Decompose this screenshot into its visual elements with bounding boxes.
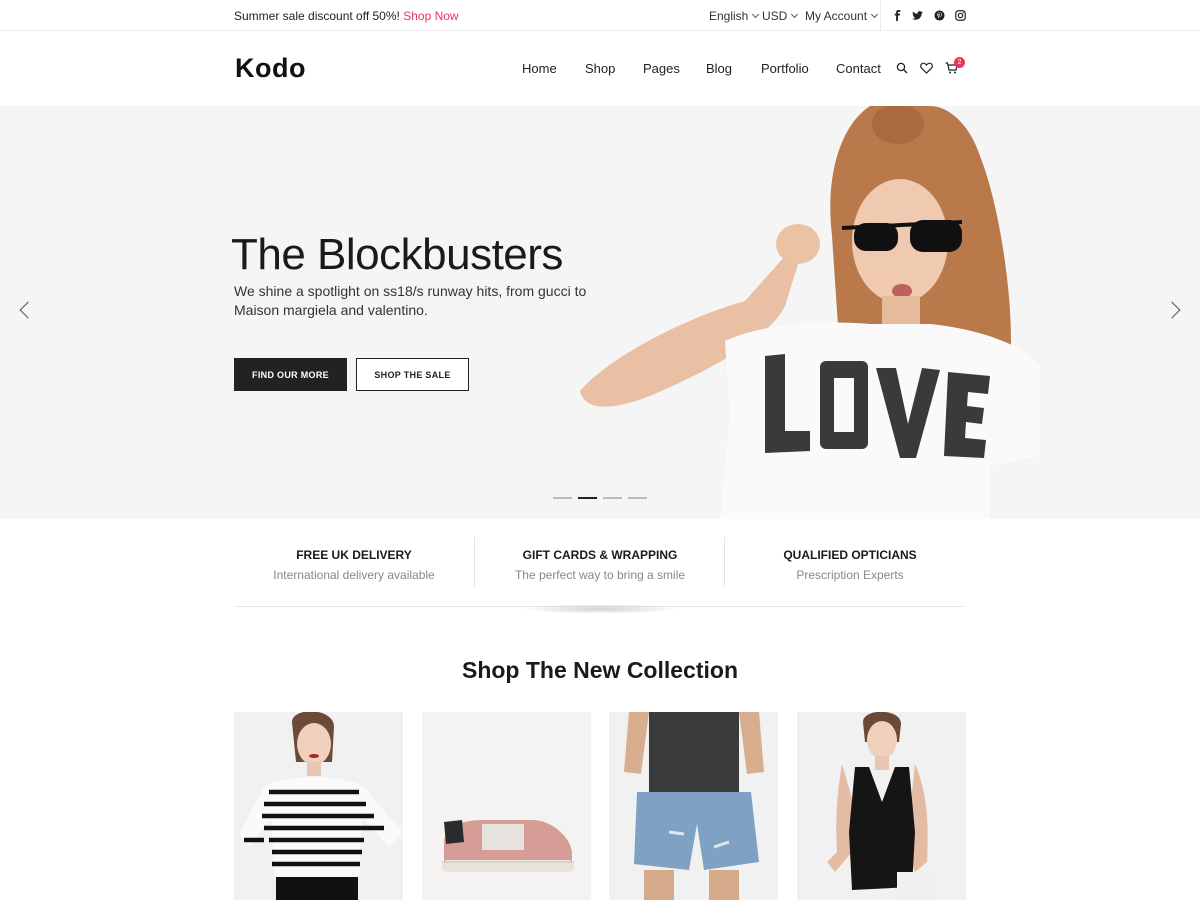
hero-slider: The Blockbusters We shine a spotlight on…	[0, 106, 1200, 519]
feature-item: FREE UK DELIVERY International delivery …	[234, 537, 474, 587]
account-label: My Account	[805, 9, 868, 23]
language-selector[interactable]: English	[709, 9, 760, 23]
divider	[724, 537, 725, 587]
product-card[interactable]	[422, 712, 591, 900]
divider	[474, 537, 475, 587]
site-header: Kodo Home Shop Pages Blog Portfolio Cont…	[0, 31, 1200, 106]
feature-item: QUALIFIED OPTICIANS Prescription Experts	[730, 537, 970, 587]
logo[interactable]: Kodo	[235, 53, 306, 84]
hero-title: The Blockbusters	[231, 230, 563, 279]
promo-text: Summer sale discount off 50%!	[234, 9, 400, 23]
nav-home[interactable]: Home	[522, 61, 557, 76]
nav-contact[interactable]: Contact	[836, 61, 881, 76]
twitter-icon[interactable]	[912, 10, 923, 21]
slider-dot-1[interactable]	[553, 497, 572, 499]
feature-subtitle: The perfect way to bring a smile	[514, 568, 686, 582]
cart-count-badge: 2	[954, 57, 965, 68]
product-image	[827, 712, 937, 900]
nav-shop[interactable]: Shop	[585, 61, 615, 76]
product-image	[239, 712, 402, 900]
chevron-down-icon	[752, 10, 760, 19]
instagram-icon[interactable]	[955, 10, 966, 21]
feature-title: GIFT CARDS & WRAPPING	[522, 548, 678, 562]
slider-dot-2[interactable]	[578, 497, 597, 499]
product-image	[442, 820, 574, 872]
collection-title: Shop The New Collection	[461, 657, 738, 683]
chevron-left-icon[interactable]	[19, 301, 37, 319]
account-menu[interactable]: My Account	[805, 9, 879, 23]
features-row: FREE UK DELIVERY International delivery …	[234, 537, 965, 587]
promo-banner: Summer sale discount off 50%! Shop Now	[234, 9, 459, 23]
divider-shadow	[520, 604, 680, 614]
search-icon[interactable]	[896, 62, 908, 74]
shop-the-sale-button[interactable]: SHOP THE SALE	[356, 358, 469, 391]
feature-subtitle: International delivery available	[273, 568, 435, 582]
feature-subtitle: Prescription Experts	[796, 568, 904, 582]
language-label: English	[709, 9, 749, 23]
facebook-icon[interactable]	[892, 10, 903, 21]
shop-now-link[interactable]: Shop Now	[403, 9, 458, 23]
hero-model-image	[580, 106, 1040, 519]
hero-subtitle: We shine a spotlight on ss18/s runway hi…	[234, 283, 587, 318]
currency-selector[interactable]: USD	[762, 9, 799, 23]
product-image	[624, 712, 764, 900]
pinterest-icon[interactable]	[934, 10, 945, 21]
nav-portfolio[interactable]: Portfolio	[761, 61, 809, 76]
slider-dot-3[interactable]	[603, 497, 622, 499]
product-card[interactable]	[609, 712, 778, 900]
feature-item: GIFT CARDS & WRAPPING The perfect way to…	[480, 537, 720, 587]
product-card[interactable]	[797, 712, 966, 900]
nav-pages[interactable]: Pages	[643, 61, 680, 76]
chevron-down-icon	[791, 10, 799, 19]
top-bar: Summer sale discount off 50%! Shop Now E…	[0, 0, 1200, 31]
feature-title: FREE UK DELIVERY	[296, 548, 412, 562]
product-card[interactable]	[234, 712, 403, 900]
find-out-more-button[interactable]: FIND OUR MORE	[234, 358, 347, 391]
divider	[880, 0, 881, 31]
currency-label: USD	[762, 9, 788, 23]
chevron-right-icon[interactable]	[1163, 301, 1181, 319]
nav-blog[interactable]: Blog	[706, 61, 732, 76]
feature-title: QUALIFIED OPTICIANS	[783, 548, 917, 562]
heart-icon[interactable]	[920, 62, 933, 74]
chevron-down-icon	[870, 10, 879, 19]
slider-dot-4[interactable]	[628, 497, 647, 499]
